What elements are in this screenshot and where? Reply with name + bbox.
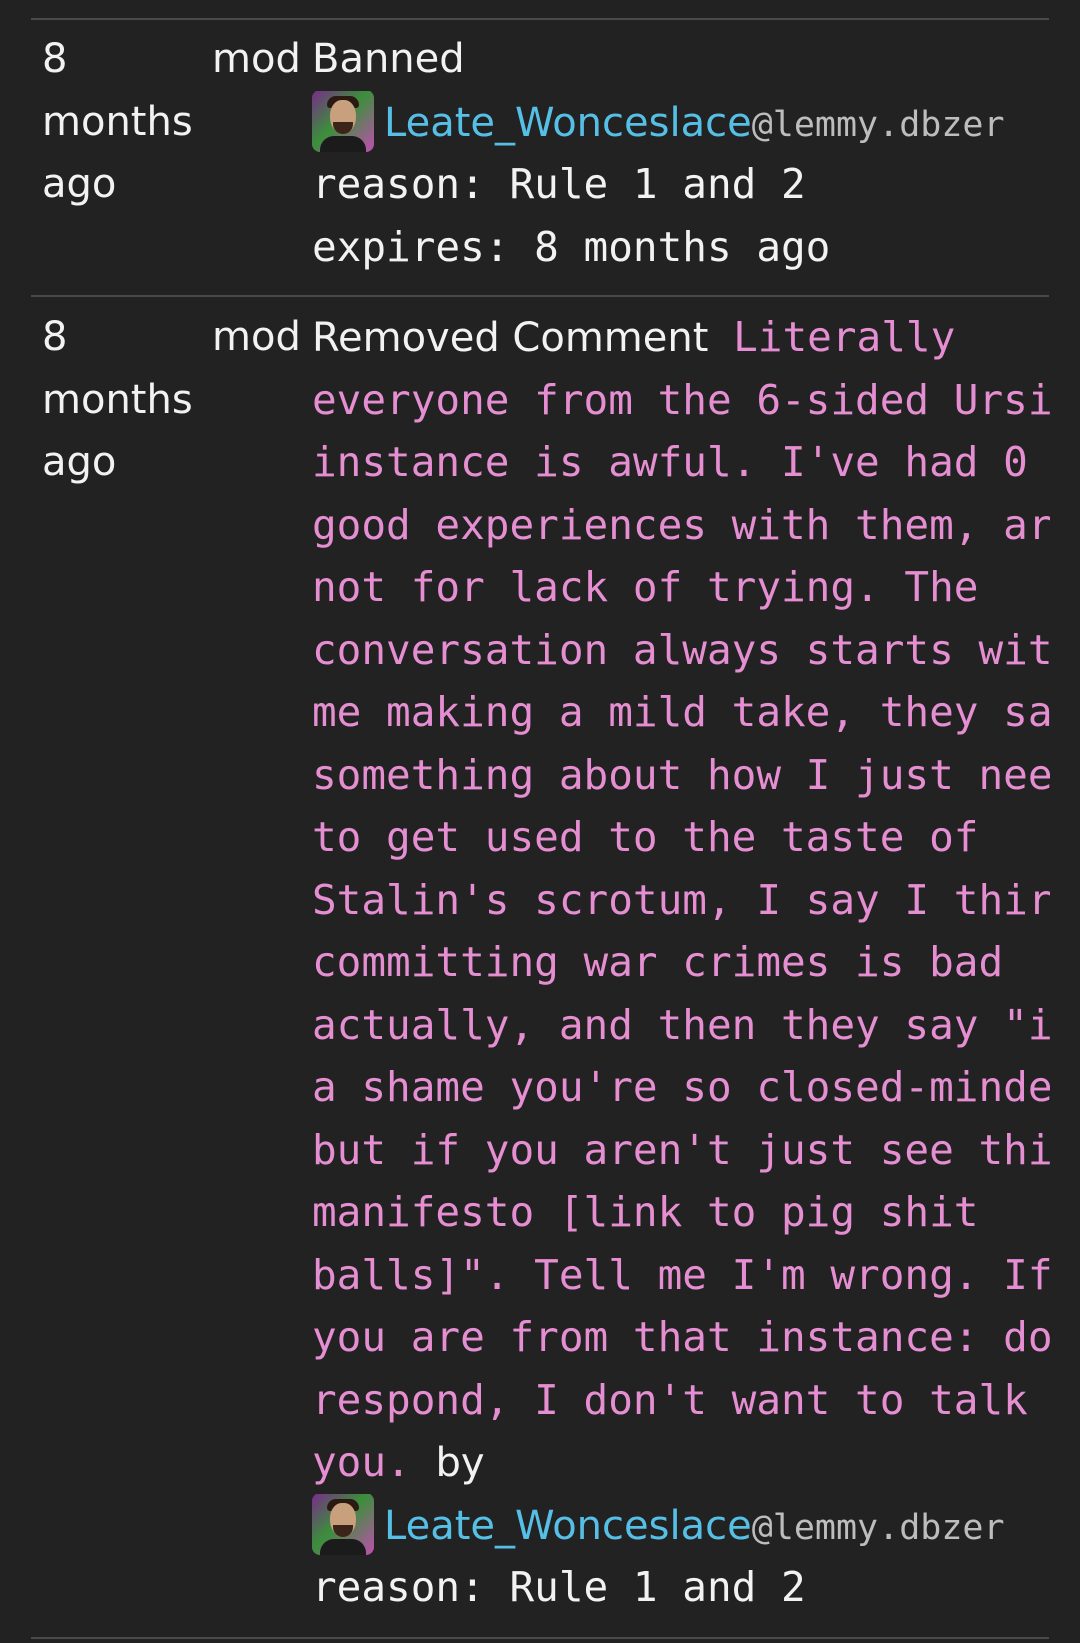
entry-time: 8 months ago (42, 314, 193, 485)
comment-end: you. by (312, 1431, 1050, 1494)
comment-line[interactable]: conversation always starts wit (312, 619, 1050, 682)
action-header: Removed Comment Literally (312, 306, 1050, 369)
action-type: Removed Comment (312, 315, 709, 361)
moderator-label: mod (212, 36, 301, 82)
comment-line[interactable]: me making a mild take, they sa (312, 681, 1050, 744)
comment-text[interactable]: Literally (733, 313, 955, 361)
comment-text[interactable]: you. (312, 1438, 411, 1486)
comment-line[interactable]: actually, and then they say "i (312, 994, 1050, 1057)
action-type: Banned (312, 36, 465, 82)
removed-comment-body[interactable]: everyone from the 6-sided Ursi instance i… (312, 369, 1050, 1432)
comment-line[interactable]: a shame you're so closed-minde (312, 1056, 1050, 1119)
comment-line[interactable]: committing war crimes is bad (312, 931, 1050, 994)
entry-action: Banned Leate_Wonceslace@lemmy.dbzer reas… (312, 28, 1050, 278)
comment-line[interactable]: instance is awful. I've had 0 (312, 431, 1050, 494)
comment-line[interactable]: to get used to the taste of (312, 806, 1050, 869)
divider (31, 1637, 1049, 1639)
removal-reason: reason: Rule 1 and 2 (312, 1563, 806, 1611)
ban-expires: expires: 8 months ago (312, 222, 831, 271)
comment-line[interactable]: Stalin's scrotum, I say I thir (312, 869, 1050, 932)
user-link[interactable]: Leate_Wonceslace (384, 1503, 752, 1549)
user-avatar-icon[interactable] (312, 1493, 374, 1555)
comment-line[interactable]: something about how I just nee (312, 744, 1050, 807)
entry-time: 8 months ago (42, 36, 193, 207)
comment-line[interactable]: not for lack of trying. The (312, 556, 1050, 619)
ban-reason: reason: Rule 1 and 2 (312, 160, 806, 208)
user-mention[interactable]: Leate_Wonceslace@lemmy.dbzer (312, 90, 1050, 154)
comment-line[interactable]: manifesto [link to pig shit (312, 1181, 1050, 1244)
moderator-label: mod (212, 314, 301, 360)
entry-action: Removed Comment Literally everyone from … (312, 306, 1050, 1619)
comment-line[interactable]: balls]". Tell me I'm wrong. If (312, 1244, 1050, 1307)
divider (31, 18, 1049, 20)
by-label: by (435, 1440, 485, 1486)
comment-line[interactable]: respond, I don't want to talk (312, 1369, 1050, 1432)
divider (31, 295, 1049, 297)
comment-line[interactable]: you are from that instance: do (312, 1306, 1050, 1369)
comment-line[interactable]: everyone from the 6-sided Ursi (312, 369, 1050, 432)
user-avatar-icon[interactable] (312, 90, 374, 152)
user-instance[interactable]: @lemmy.dbzer (752, 1508, 1005, 1548)
comment-line[interactable]: good experiences with them, ar (312, 494, 1050, 557)
user-mention[interactable]: Leate_Wonceslace@lemmy.dbzer (312, 1493, 1050, 1557)
user-link[interactable]: Leate_Wonceslace (384, 100, 752, 146)
user-instance[interactable]: @lemmy.dbzer (752, 105, 1005, 145)
comment-line[interactable]: but if you aren't just see thi (312, 1119, 1050, 1182)
